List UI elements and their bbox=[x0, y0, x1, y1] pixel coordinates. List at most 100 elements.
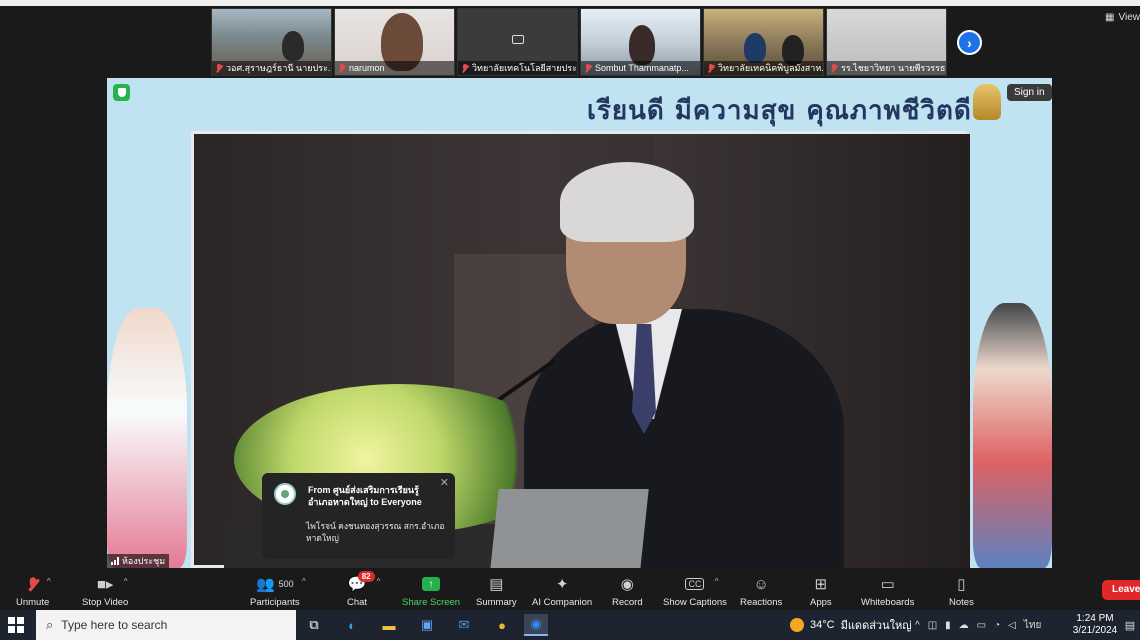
chevron-up-icon[interactable]: ^ bbox=[47, 577, 51, 586]
participant-thumbnail[interactable]: วิทยาลัยเทคโนโลยีสายประ... bbox=[457, 8, 578, 76]
cartoon-illustration bbox=[973, 303, 1052, 568]
notifications-icon[interactable]: ▤ bbox=[1122, 614, 1138, 636]
participant-name: narumon bbox=[349, 63, 385, 73]
stop-video-button[interactable]: ■▸ ^ Stop Video bbox=[82, 573, 128, 608]
avatar bbox=[274, 483, 296, 505]
leave-button[interactable]: Leave bbox=[1102, 580, 1140, 600]
weather-sun-icon bbox=[790, 618, 804, 632]
participant-name: วอศ.สุราษฎร์ธานี นายประ... bbox=[226, 63, 331, 73]
participant-thumbnail[interactable]: วอศ.สุราษฎร์ธานี นายประ... bbox=[211, 8, 332, 76]
participant-name: วิทยาลัยเทคนิคพิบูลมังสาห... bbox=[718, 63, 823, 73]
cartoon-illustration bbox=[107, 308, 187, 568]
mic-muted-icon bbox=[461, 63, 469, 73]
laptop bbox=[489, 489, 649, 568]
chat-message: ไพโรจน์ คงชนทองสุวรรณ สกร.อำเภอหาดใหญ่ bbox=[306, 521, 445, 543]
mic-muted-icon bbox=[215, 63, 223, 73]
camera-off-icon bbox=[512, 35, 524, 44]
share-screen-icon: ↑ bbox=[422, 577, 441, 591]
view-button[interactable]: ▦ View bbox=[1105, 12, 1140, 23]
meet-now-icon[interactable]: ◫ bbox=[928, 620, 937, 631]
close-icon[interactable]: ✕ bbox=[440, 476, 449, 489]
whiteboards-button[interactable]: ▭ Whiteboards bbox=[861, 573, 914, 608]
emblem-icon bbox=[973, 84, 1001, 120]
active-speaker-label: ห้องประชุม bbox=[107, 554, 170, 568]
microsoft-store-icon[interactable]: ▣ bbox=[415, 614, 439, 636]
unmute-button[interactable]: ^ Unmute bbox=[16, 573, 51, 608]
closed-captions-icon: CC bbox=[685, 578, 705, 590]
participant-thumbnail[interactable]: narumon bbox=[334, 8, 455, 76]
volume-icon[interactable]: ◁ bbox=[1008, 620, 1016, 631]
search-icon: ⌕ bbox=[46, 617, 54, 632]
view-label: View bbox=[1118, 12, 1140, 23]
weather-widget[interactable]: 34°C มีแดดส่วนใหญ่ bbox=[790, 610, 912, 640]
mic-muted-icon bbox=[584, 63, 592, 73]
chrome-icon[interactable]: ● bbox=[490, 614, 514, 636]
mic-muted-icon bbox=[830, 63, 838, 73]
participant-name: วิทยาลัยเทคโนโลยีสายประ... bbox=[472, 63, 577, 73]
network-icon[interactable]: ◔ bbox=[994, 620, 1000, 631]
clock-time: 1:24 PM bbox=[1076, 613, 1114, 624]
ai-companion-button[interactable]: ✦ AI Companion bbox=[532, 573, 592, 608]
chevron-up-icon[interactable]: ^ bbox=[915, 620, 920, 631]
microphone-icon[interactable]: ▮ bbox=[945, 620, 951, 631]
chevron-right-icon[interactable]: › bbox=[957, 30, 982, 55]
task-view-icon[interactable]: ⧉ bbox=[302, 614, 326, 636]
chat-from: From ศูนย์ส่งเสริมการเรียนรู้อำเภอหาดใหญ… bbox=[308, 485, 422, 507]
summary-button[interactable]: ▤ Summary bbox=[476, 573, 517, 608]
taskbar-search[interactable]: ⌕ bbox=[36, 610, 296, 640]
participant-thumbnail[interactable]: วิทยาลัยเทคนิคพิบูลมังสาห... bbox=[703, 8, 824, 76]
system-tray: ^ ◫ ▮ ☁ ▭ ◔ ◁ ไทย bbox=[915, 610, 1041, 640]
chat-notification[interactable]: From ศูนย์ส่งเสริมการเรียนรู้อำเภอหาดใหญ… bbox=[262, 473, 455, 559]
input-language[interactable]: ไทย bbox=[1024, 618, 1041, 633]
apps-button[interactable]: ⊞ Apps bbox=[810, 573, 832, 608]
participant-thumbnail-strip: วอศ.สุราษฎร์ธานี นายประ... narumon วิทยา… bbox=[211, 8, 947, 76]
windows-start-icon[interactable] bbox=[8, 617, 24, 633]
whiteboard-icon: ▭ bbox=[880, 576, 895, 593]
participant-thumbnail[interactable]: Sombut Thammanatp... bbox=[580, 8, 701, 76]
share-screen-button[interactable]: ↑ Share Screen bbox=[402, 573, 460, 608]
summary-icon: ▤ bbox=[489, 576, 504, 593]
weather-temp: 34°C bbox=[810, 619, 835, 631]
participants-button[interactable]: 👥 500 ^ Participants bbox=[250, 573, 306, 608]
taskbar-clock[interactable]: 1:24 PM 3/21/2024 bbox=[1070, 613, 1120, 637]
participant-name: รร.ไชยาวิทยา นายพีรวรรธน์ bbox=[841, 63, 946, 73]
reactions-button[interactable]: ☺ Reactions bbox=[740, 573, 782, 609]
windows-taskbar: ⌕ ⧉ ◐ ▬ ▣ ✉ ● ◉ 34°C มีแดดส่วนใหญ่ ^ ◫ ▮… bbox=[0, 610, 1140, 640]
chevron-up-icon[interactable]: ^ bbox=[124, 577, 128, 586]
sign-in-button[interactable]: Sign in bbox=[1007, 84, 1052, 101]
show-captions-button[interactable]: CC ^ Show Captions bbox=[663, 573, 727, 608]
search-input[interactable] bbox=[61, 618, 262, 632]
mic-muted-icon bbox=[338, 63, 346, 73]
room-name: ห้องประชุม bbox=[122, 556, 166, 566]
file-explorer-icon[interactable]: ▬ bbox=[377, 614, 401, 636]
participant-name: Sombut Thammanatp... bbox=[595, 63, 689, 73]
clock-date: 3/21/2024 bbox=[1072, 625, 1118, 636]
edge-browser-icon[interactable]: ◐ bbox=[340, 614, 364, 636]
security-shield-icon[interactable] bbox=[113, 84, 130, 101]
chevron-up-icon[interactable]: ^ bbox=[377, 577, 381, 586]
window-title-strip bbox=[0, 0, 1140, 6]
grid-icon: ▦ bbox=[1105, 12, 1115, 23]
record-button[interactable]: ◉ Record bbox=[612, 573, 643, 608]
chevron-up-icon[interactable]: ^ bbox=[715, 577, 719, 586]
record-icon: ◉ bbox=[620, 576, 634, 593]
notes-icon: ▯ bbox=[957, 576, 966, 593]
sparkle-icon: ✦ bbox=[555, 576, 569, 593]
mail-icon[interactable]: ✉ bbox=[452, 614, 476, 636]
apps-icon: ⊞ bbox=[814, 576, 828, 593]
weather-condition: มีแดดส่วนใหญ่ bbox=[840, 620, 912, 632]
mic-muted-icon bbox=[26, 576, 39, 591]
mic-muted-icon bbox=[707, 63, 715, 73]
chat-button[interactable]: 💬 82 ^ Chat bbox=[347, 571, 380, 608]
participants-icon: 👥 bbox=[255, 576, 275, 593]
main-video-stage: เรียนดี มีความสุข คุณภาพชีวิตดี Sign in … bbox=[107, 78, 1052, 568]
participant-thumbnail[interactable]: รร.ไชยาวิทยา นายพีรวรรธน์ bbox=[826, 8, 947, 76]
battery-icon[interactable]: ▭ bbox=[977, 620, 986, 631]
zoom-app-icon[interactable]: ◉ bbox=[524, 614, 548, 636]
chat-unread-badge: 82 bbox=[357, 571, 375, 582]
emoji-plus-icon: ☺ bbox=[753, 575, 769, 593]
notes-button[interactable]: ▯ Notes bbox=[949, 573, 974, 608]
video-camera-icon: ■▸ bbox=[96, 576, 114, 593]
onedrive-icon[interactable]: ☁ bbox=[959, 620, 969, 631]
chevron-up-icon[interactable]: ^ bbox=[302, 577, 306, 586]
